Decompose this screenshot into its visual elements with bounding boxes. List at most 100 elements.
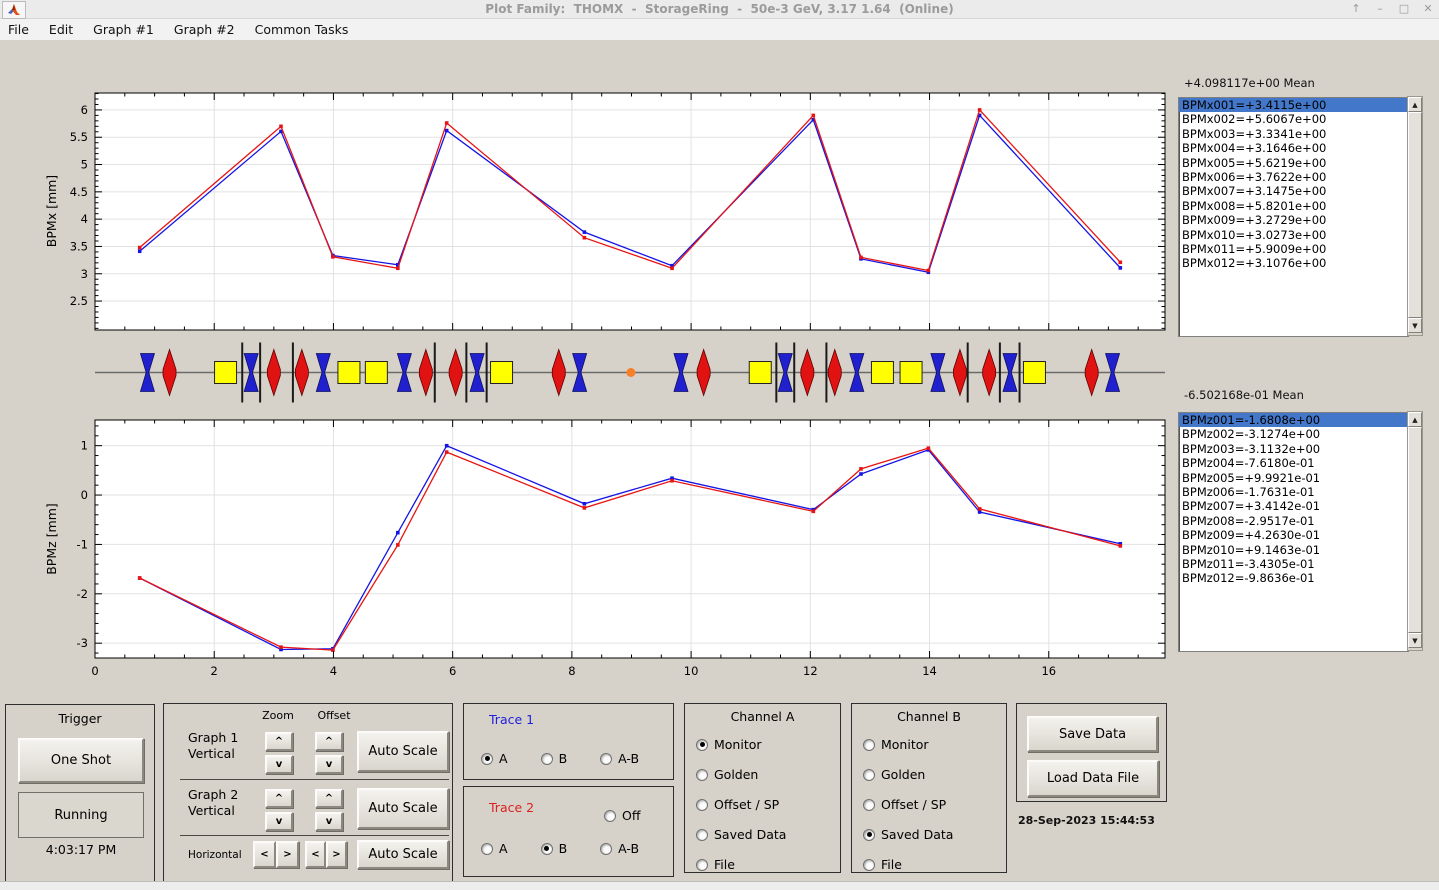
radio-icon[interactable] — [863, 859, 875, 871]
radio-label: File — [714, 857, 735, 872]
menu-graph-1[interactable]: Graph #1 — [93, 22, 154, 37]
list-item[interactable]: BPMz006=-1.7631e-01 — [1179, 485, 1408, 499]
running-button[interactable]: Running — [18, 792, 144, 838]
scroll-up-icon[interactable]: ▲ — [1408, 412, 1422, 427]
load-data-file-button[interactable]: Load Data File — [1027, 760, 1159, 797]
trace1-option-a[interactable]: A — [481, 751, 508, 766]
radio-icon[interactable] — [541, 753, 553, 765]
bpmx-scrollbar[interactable]: ▲ ▼ — [1407, 96, 1423, 336]
radio-icon[interactable] — [863, 769, 875, 781]
graph1-offset-up-button[interactable]: ^ — [315, 732, 343, 751]
list-item[interactable]: BPMx008=+5.8201e+00 — [1179, 199, 1408, 213]
channel-b-option-golden[interactable]: Golden — [863, 767, 953, 782]
menu-common-tasks[interactable]: Common Tasks — [255, 22, 349, 37]
list-item[interactable]: BPMx006=+3.7622e+00 — [1179, 170, 1408, 184]
trace2-option-a[interactable]: A — [481, 841, 508, 856]
list-item[interactable]: BPMx010=+3.0273e+00 — [1179, 228, 1408, 242]
list-item[interactable]: BPMz008=-2.9517e-01 — [1179, 514, 1408, 528]
window-minimize-icon[interactable]: – — [1371, 1, 1389, 17]
radio-icon[interactable] — [604, 810, 616, 822]
list-item[interactable]: BPMz002=-3.1274e+00 — [1179, 427, 1408, 441]
list-item[interactable]: BPMz004=-7.6180e-01 — [1179, 456, 1408, 470]
zoom-offset-panel: Zoom Offset Graph 1 Vertical ^ v ^ v Aut… — [163, 703, 453, 885]
radio-icon[interactable] — [863, 799, 875, 811]
list-item[interactable]: BPMx001=+3.4115e+00 — [1179, 98, 1408, 112]
radio-icon[interactable] — [696, 769, 708, 781]
list-item[interactable]: BPMz001=-1.6808e+00 — [1179, 413, 1408, 427]
window-restore-icon[interactable]: ↑ — [1347, 1, 1365, 17]
trace2-option-off[interactable]: Off — [604, 808, 640, 823]
list-item[interactable]: BPMz011=-3.4305e-01 — [1179, 557, 1408, 571]
channel-b-option-saved-data[interactable]: Saved Data — [863, 827, 953, 842]
scrollbar-thumb[interactable] — [1408, 112, 1422, 318]
list-item[interactable]: BPMx011=+5.9009e+00 — [1179, 242, 1408, 256]
radio-icon[interactable] — [600, 843, 612, 855]
horizontal-zoom-left-button[interactable]: < — [253, 841, 276, 868]
list-item[interactable]: BPMx009=+3.2729e+00 — [1179, 213, 1408, 227]
scroll-up-icon[interactable]: ▲ — [1408, 97, 1422, 112]
list-item[interactable]: BPMz009=+4.2630e-01 — [1179, 528, 1408, 542]
graph1-offset-down-button[interactable]: v — [315, 755, 343, 774]
graph2-zoom-down-button[interactable]: v — [265, 812, 293, 831]
graph1-zoom-up-button[interactable]: ^ — [265, 732, 293, 751]
x-tick-label: 16 — [1041, 664, 1056, 678]
radio-icon[interactable] — [696, 829, 708, 841]
horizontal-offset-right-button[interactable]: > — [326, 841, 347, 868]
list-item[interactable]: BPMx003=+3.3341e+00 — [1179, 127, 1408, 141]
list-item[interactable]: BPMx007=+3.1475e+00 — [1179, 184, 1408, 198]
one-shot-button[interactable]: One Shot — [18, 738, 144, 783]
trace1-option-a-b[interactable]: A-B — [600, 751, 639, 766]
horizontal-offset-left-button[interactable]: < — [305, 841, 326, 868]
bpmx-listbox[interactable]: BPMx001=+3.4115e+00BPMx002=+5.6067e+00BP… — [1178, 97, 1409, 337]
radio-icon[interactable] — [481, 843, 493, 855]
list-item[interactable]: BPMz012=-9.8636e-01 — [1179, 571, 1408, 585]
list-item[interactable]: BPMx012=+3.1076e+00 — [1179, 256, 1408, 270]
channel-a-option-golden[interactable]: Golden — [696, 767, 786, 782]
bpmz-plot: -3-2-1010246810121416 — [50, 417, 1172, 687]
horizontal-auto-scale-button[interactable]: Auto Scale — [357, 840, 449, 869]
list-item[interactable]: BPMz003=-3.1132e+00 — [1179, 442, 1408, 456]
radio-icon[interactable] — [863, 739, 875, 751]
horizontal-zoom-right-button[interactable]: > — [276, 841, 299, 868]
radio-icon[interactable] — [696, 859, 708, 871]
menu-edit[interactable]: Edit — [49, 22, 73, 37]
list-item[interactable]: BPMx005=+5.6219e+00 — [1179, 156, 1408, 170]
channel-a-option-file[interactable]: File — [696, 857, 786, 872]
graph1-auto-scale-button[interactable]: Auto Scale — [357, 731, 449, 772]
radio-icon[interactable] — [481, 753, 493, 765]
list-item[interactable]: BPMx002=+5.6067e+00 — [1179, 112, 1408, 126]
radio-icon[interactable] — [541, 843, 553, 855]
graph2-auto-scale-button[interactable]: Auto Scale — [357, 788, 449, 829]
trace2-option-b[interactable]: B — [541, 841, 568, 856]
menu-file[interactable]: File — [8, 22, 29, 37]
window-close-icon[interactable]: ✕ — [1419, 1, 1437, 17]
channel-b-option-monitor[interactable]: Monitor — [863, 737, 953, 752]
scroll-down-icon[interactable]: ▼ — [1408, 633, 1422, 648]
channel-b-option-file[interactable]: File — [863, 857, 953, 872]
scrollbar-thumb[interactable] — [1408, 427, 1422, 633]
bpmz-scrollbar[interactable]: ▲ ▼ — [1407, 411, 1423, 651]
graph1-zoom-down-button[interactable]: v — [265, 755, 293, 774]
list-item[interactable]: BPMx004=+3.1646e+00 — [1179, 141, 1408, 155]
trace2-option-a-b[interactable]: A-B — [600, 841, 639, 856]
trace1-option-b[interactable]: B — [541, 751, 568, 766]
list-item[interactable]: BPMz005=+9.9921e-01 — [1179, 471, 1408, 485]
radio-icon[interactable] — [696, 739, 708, 751]
graph2-offset-down-button[interactable]: v — [315, 812, 343, 831]
channel-b-option-offset-sp[interactable]: Offset / SP — [863, 797, 953, 812]
window-maximize-icon[interactable]: □ — [1395, 1, 1413, 17]
list-item[interactable]: BPMz007=+3.4142e-01 — [1179, 499, 1408, 513]
bpmz-listbox[interactable]: BPMz001=-1.6808e+00BPMz002=-3.1274e+00BP… — [1178, 412, 1409, 652]
radio-icon[interactable] — [863, 829, 875, 841]
save-data-button[interactable]: Save Data — [1027, 716, 1158, 752]
radio-icon[interactable] — [696, 799, 708, 811]
channel-a-option-offset-sp[interactable]: Offset / SP — [696, 797, 786, 812]
radio-icon[interactable] — [600, 753, 612, 765]
menu-graph-2[interactable]: Graph #2 — [174, 22, 235, 37]
graph2-zoom-up-button[interactable]: ^ — [265, 789, 293, 808]
graph2-offset-up-button[interactable]: ^ — [315, 789, 343, 808]
channel-a-option-monitor[interactable]: Monitor — [696, 737, 786, 752]
list-item[interactable]: BPMz010=+9.1463e-01 — [1179, 543, 1408, 557]
scroll-down-icon[interactable]: ▼ — [1408, 318, 1422, 333]
channel-a-option-saved-data[interactable]: Saved Data — [696, 827, 786, 842]
